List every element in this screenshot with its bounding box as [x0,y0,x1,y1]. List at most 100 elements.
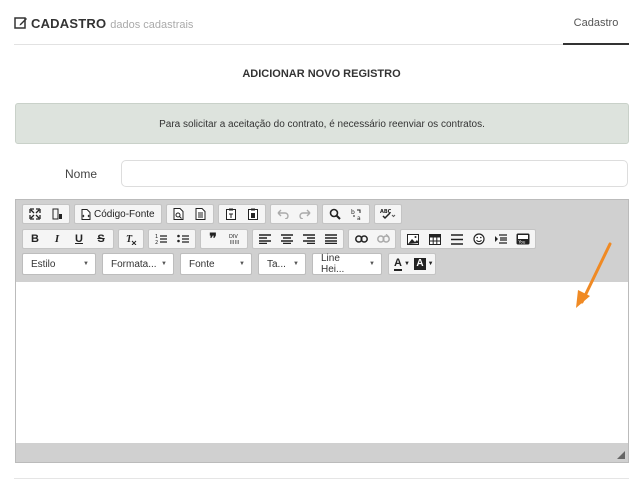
templates-button[interactable] [190,205,212,223]
svg-text:2: 2 [155,240,158,245]
caret-down-icon: ▼ [369,261,375,267]
replace-button[interactable]: ba [346,205,368,223]
caret-down-icon: ▼ [161,261,167,267]
style-dropdown-label: Estilo [31,258,56,270]
numbered-list-button[interactable]: 12 [150,230,172,248]
justify-icon [325,234,337,244]
toolbar-group-find: ba [321,204,370,224]
background-color-icon: A [414,258,426,270]
align-right-icon [303,234,315,244]
page-title: CADASTRO [31,16,107,31]
svg-text:b: b [351,209,355,216]
name-label: Nome [65,167,98,181]
strike-button[interactable]: S [90,230,112,248]
editor-content-area[interactable] [16,282,628,443]
resize-handle-icon[interactable] [617,451,625,459]
find-button[interactable] [324,205,346,223]
toolbar-group-align [252,229,344,249]
toolbar-group-basic: B I U S [22,229,114,249]
smiley-button[interactable] [468,230,490,248]
divider [14,478,629,479]
page-header: CADASTRO dados cadastrais Cadastro [14,0,629,45]
image-icon [407,233,419,245]
caret-down-icon: ▼ [293,261,299,267]
undo-icon [277,209,289,219]
youtube-icon: You [516,233,530,245]
preview-button[interactable] [168,205,190,223]
toolbar-group-colors: A ▼ A ▼ [388,253,436,275]
show-blocks-button[interactable] [46,205,68,223]
toolbar-group-links [348,229,396,249]
link-button[interactable] [350,230,372,248]
tab-cadastro[interactable]: Cadastro [563,0,629,45]
redo-button[interactable] [294,205,316,223]
table-button[interactable] [424,230,446,248]
background-color-button[interactable]: A ▼ [414,255,434,273]
info-alert: Para solicitar a aceitação do contrato, … [15,103,629,144]
svg-text:You: You [518,240,526,245]
undo-button[interactable] [272,205,294,223]
text-color-button[interactable]: A ▼ [390,255,414,273]
iframe-button[interactable] [490,230,512,248]
toolbar-group-history [269,204,318,224]
align-left-button[interactable] [254,230,276,248]
bold-button[interactable]: B [24,230,46,248]
underline-button[interactable]: U [68,230,90,248]
form-title: ADICIONAR NOVO REGISTRO [242,68,401,80]
paste-text-button[interactable] [220,205,242,223]
line-height-dropdown[interactable]: Line Hei... ▼ [312,253,382,275]
size-dropdown[interactable]: Ta... ▼ [258,253,306,275]
name-input[interactable] [121,160,628,187]
remove-format-button[interactable]: T [120,230,142,248]
templates-icon [195,208,206,220]
unlink-button[interactable] [372,230,394,248]
toolbar-group-clear: T [118,229,144,249]
blockquote-button[interactable]: ❞ [202,230,224,248]
image-button[interactable] [402,230,424,248]
replace-icon: ba [351,209,361,220]
search-icon [329,208,341,220]
toolbar-row-2: B I U S T 12 ❞ DIV You [22,229,540,249]
iframe-icon [495,234,507,244]
smiley-icon [473,233,485,245]
bulleted-list-button[interactable] [172,230,194,248]
redo-icon [298,209,311,219]
caret-down-icon: ▼ [404,261,410,267]
paste-word-icon [247,208,258,220]
italic-button[interactable]: I [46,230,68,248]
numbered-list-icon: 12 [155,234,167,245]
toolbar-group-blocks: ❞ DIV [200,229,248,249]
source-code-button[interactable]: Código-Fonte [76,205,160,223]
horizontal-rule-icon [451,233,463,245]
spellcheck-button[interactable]: ABC [376,205,400,223]
preview-icon [173,208,184,220]
horizontal-rule-button[interactable] [446,230,468,248]
edit-icon [14,17,27,29]
link-icon [354,235,368,243]
annotation-arrow-icon [576,242,612,308]
toolbar-group-view [22,204,70,224]
align-left-icon [259,234,271,244]
font-dropdown[interactable]: Fonte ▼ [180,253,252,275]
toolbar-group-list: 12 [148,229,196,249]
header-title-wrap: CADASTRO dados cadastrais [14,14,193,31]
toolbar-group-insert: You [400,229,536,249]
create-div-button[interactable]: DIV [224,230,246,248]
font-dropdown-label: Fonte [189,258,215,270]
editor-statusbar [16,443,628,462]
paste-word-button[interactable] [242,205,264,223]
line-height-dropdown-label: Line Hei... [321,253,345,275]
maximize-button[interactable] [24,205,46,223]
svg-text:DIV: DIV [229,234,238,240]
align-right-button[interactable] [298,230,320,248]
toolbar-group-document [165,204,214,224]
align-center-button[interactable] [276,230,298,248]
justify-button[interactable] [320,230,342,248]
youtube-button[interactable]: You [512,230,534,248]
rich-text-editor: Código-Fonte b a ABC B I U S T 1 2 ❞ DIV… [15,199,629,463]
source-code-label: Código-Fonte [94,208,155,220]
toolbar-row-3: Estilo ▼ Formata... ▼ Fonte ▼ Ta... ▼ Li… [22,253,440,275]
format-dropdown[interactable]: Formata... ▼ [102,253,174,275]
source-doc-icon [81,208,91,220]
style-dropdown[interactable]: Estilo ▼ [22,253,96,275]
